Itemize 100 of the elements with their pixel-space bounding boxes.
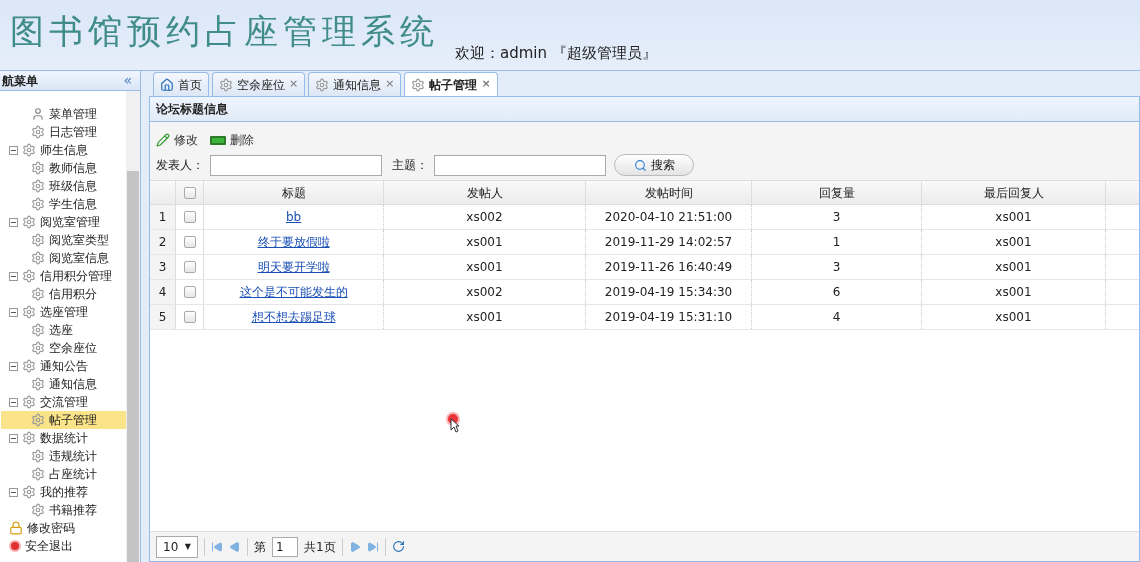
row-number: 5 xyxy=(150,305,176,329)
toolbar-button[interactable]: 修改 xyxy=(156,131,198,149)
collapse-toggle[interactable] xyxy=(9,361,18,371)
collapse-toggle[interactable] xyxy=(9,217,18,227)
tree-item[interactable]: 通知公告 xyxy=(1,357,126,375)
column-header[interactable]: 发帖人 xyxy=(384,181,586,204)
post-title-link[interactable]: 终于要放假啦 xyxy=(257,233,330,251)
close-icon[interactable]: × xyxy=(385,76,395,93)
gear-icon xyxy=(22,305,36,319)
table-cell-text: xs001 xyxy=(995,234,1032,251)
tab[interactable]: 帖子管理 × xyxy=(404,72,498,96)
tree-item[interactable]: 教师信息 xyxy=(1,159,126,177)
filter-field[interactable] xyxy=(210,154,382,176)
gear-icon xyxy=(31,251,45,265)
checkbox[interactable] xyxy=(183,311,196,323)
first-page-icon[interactable] xyxy=(211,540,223,553)
tree-item[interactable]: 学生信息 xyxy=(1,195,126,213)
scrollbar[interactable] xyxy=(126,91,140,562)
search-button[interactable]: 搜索 xyxy=(614,154,694,176)
tree-item[interactable]: 师生信息 xyxy=(1,141,126,159)
exit-icon xyxy=(9,540,21,552)
collapse-toggle[interactable] xyxy=(9,307,18,317)
gear-icon xyxy=(31,161,45,175)
toolbar-button[interactable]: 删除 xyxy=(210,131,254,149)
row-number: 1 xyxy=(150,205,176,229)
page-size-select[interactable]: 10 ▼ xyxy=(156,535,198,558)
table-cell-text: 2020-04-10 21:51:00 xyxy=(604,209,733,226)
table-cell-text: xs002 xyxy=(466,209,503,226)
gear-icon xyxy=(411,77,426,92)
tree-item[interactable]: 修改密码 xyxy=(1,519,126,537)
table-cell-text: 6 xyxy=(832,284,841,301)
checkbox[interactable] xyxy=(183,186,196,199)
tree-item[interactable]: 信用积分管理 xyxy=(1,267,126,285)
tree-item[interactable]: 阅览室信息 xyxy=(1,249,126,267)
column-header[interactable]: 回复量 xyxy=(752,181,922,204)
gear-icon xyxy=(315,77,330,92)
tree-item[interactable]: 日志管理 xyxy=(1,123,126,141)
tree-item[interactable]: 阅览室管理 xyxy=(1,213,126,231)
gear-icon xyxy=(22,269,36,283)
table-cell-text: 2019-04-19 15:31:10 xyxy=(604,309,733,326)
lock-icon xyxy=(9,521,23,535)
column-header[interactable]: 发帖时间 xyxy=(586,181,752,204)
tree-item[interactable]: 书籍推荐 xyxy=(1,501,126,519)
post-title-link[interactable]: 明天要开学啦 xyxy=(257,258,330,276)
gear-icon xyxy=(31,287,45,301)
collapse-toggle[interactable] xyxy=(9,271,18,281)
filter-field[interactable] xyxy=(434,154,606,176)
post-title-link[interactable]: bb xyxy=(285,208,302,226)
page-prefix: 第 xyxy=(254,538,266,556)
post-title-link[interactable]: 想不想去踢足球 xyxy=(251,308,336,326)
tree-item[interactable]: 安全退出 xyxy=(1,537,126,555)
table-cell-text: 1 xyxy=(832,234,841,251)
table-cell-text: 3 xyxy=(832,209,841,226)
filter-label: 发表人： xyxy=(156,157,204,174)
gear-icon xyxy=(31,377,45,391)
previous-page-icon[interactable] xyxy=(229,540,241,553)
collapse-toggle[interactable] xyxy=(9,433,18,443)
last-page-icon[interactable] xyxy=(366,540,379,553)
table-cell-text: xs001 xyxy=(466,259,503,276)
tab[interactable]: 空余座位 × xyxy=(212,72,306,96)
close-icon[interactable]: × xyxy=(289,76,299,93)
minus-icon xyxy=(210,135,226,145)
next-page-icon[interactable] xyxy=(348,540,361,553)
row-number: 2 xyxy=(150,230,176,254)
tree-item[interactable]: 占座统计 xyxy=(1,465,126,483)
column-header[interactable]: 最后回复人 xyxy=(922,181,1106,204)
tab[interactable]: 通知信息 × xyxy=(308,72,402,96)
checkbox[interactable] xyxy=(183,211,196,223)
tree-item[interactable]: 通知信息 xyxy=(1,375,126,393)
search-icon xyxy=(633,158,647,172)
tree-item[interactable]: 阅览室类型 xyxy=(1,231,126,249)
tree-item[interactable]: 违规统计 xyxy=(1,447,126,465)
checkbox[interactable] xyxy=(183,261,196,273)
collapse-toggle[interactable] xyxy=(9,397,18,407)
close-icon[interactable]: × xyxy=(481,76,491,93)
tree-item[interactable]: 信用积分 xyxy=(1,285,126,303)
tree-item[interactable]: 选座 xyxy=(1,321,126,339)
collapse-button[interactable]: « xyxy=(123,70,132,91)
tree-item[interactable]: 班级信息 xyxy=(1,177,126,195)
tree-item[interactable]: 帖子管理 xyxy=(1,411,126,429)
tree-item[interactable]: 空余座位 xyxy=(1,339,126,357)
collapse-toggle[interactable] xyxy=(9,487,18,497)
refresh-icon[interactable] xyxy=(391,540,405,553)
collapse-toggle[interactable] xyxy=(9,145,18,155)
checkbox[interactable] xyxy=(183,236,196,248)
gear-icon xyxy=(31,467,45,481)
tab[interactable]: 首页 xyxy=(153,72,209,96)
filter-label: 主题： xyxy=(392,157,428,174)
column-header[interactable]: 标题 xyxy=(204,181,384,204)
table-cell-text: xs001 xyxy=(995,209,1032,226)
checkbox[interactable] xyxy=(183,286,196,298)
table-cell-text: 3 xyxy=(832,259,841,276)
tree-item[interactable]: 选座管理 xyxy=(1,303,126,321)
page-field[interactable]: 1 xyxy=(272,536,298,557)
tree-item[interactable]: 数据统计 xyxy=(1,429,126,447)
tree-item[interactable]: 交流管理 xyxy=(1,393,126,411)
tree-item[interactable]: 我的推荐 xyxy=(1,483,126,501)
gear-icon xyxy=(22,215,36,229)
tree-item[interactable]: 菜单管理 xyxy=(1,105,126,123)
post-title-link[interactable]: 这个是不可能发生的 xyxy=(239,283,348,301)
